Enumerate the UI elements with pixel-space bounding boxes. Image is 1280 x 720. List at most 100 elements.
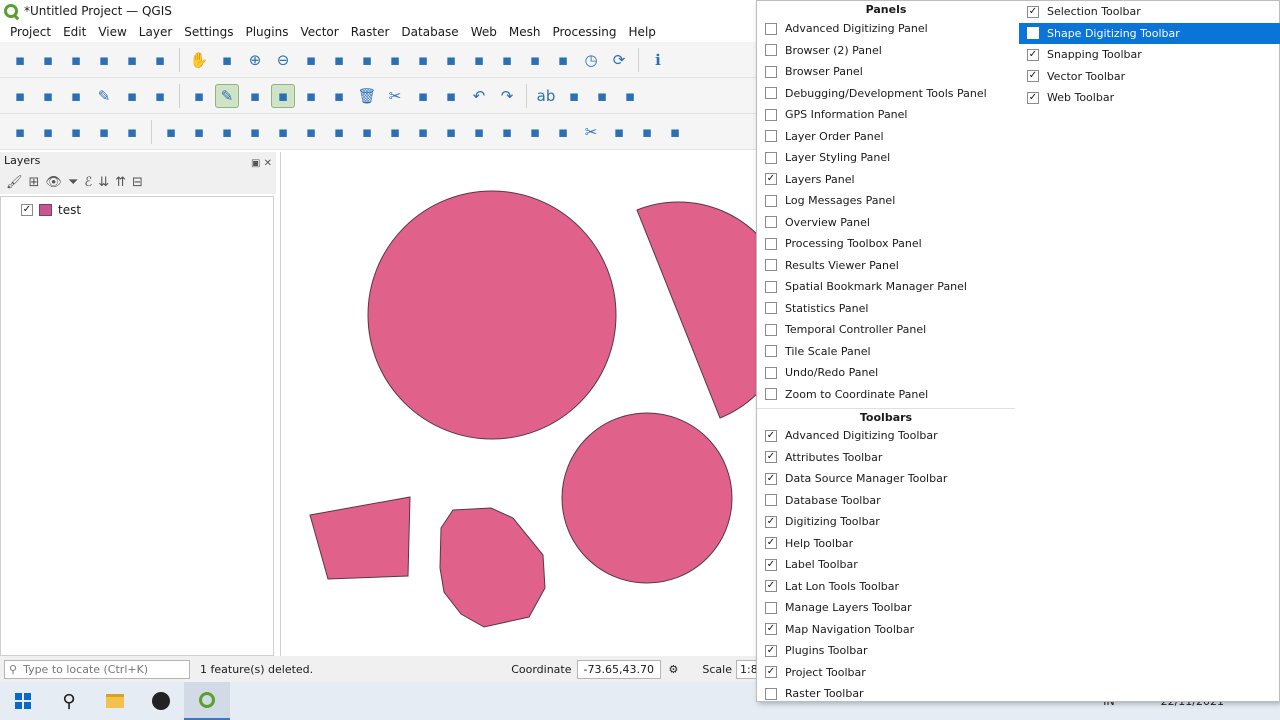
menu-item-browser-2-panel[interactable]: Browser (2) Panel <box>757 40 1015 62</box>
collapse-all-icon[interactable]: ⇈ <box>115 175 126 190</box>
zoom-selection-icon[interactable]: ▪ <box>327 48 351 72</box>
search-icon[interactable]: ⚲ <box>46 682 92 720</box>
manage-map-themes-icon[interactable]: 👁 <box>45 175 62 190</box>
rotate-point-icon[interactable]: ▪ <box>607 120 631 144</box>
file-explorer-icon[interactable] <box>92 682 138 720</box>
checkbox[interactable]: ✓ <box>1027 70 1039 83</box>
modify-attributes-icon[interactable]: ▪ <box>327 84 351 108</box>
measure-icon[interactable]: ▪ <box>159 120 183 144</box>
menu-item-help-toolbar[interactable]: ✓ Help Toolbar <box>757 533 1015 555</box>
checkbox[interactable]: ✓ <box>1027 5 1039 18</box>
print-layout-icon[interactable]: ▪ <box>120 48 144 72</box>
checkbox[interactable] <box>765 65 777 78</box>
delete-selected-icon[interactable]: 🗑 <box>355 84 379 108</box>
menu-item-project-toolbar[interactable]: ✓ Project Toolbar <box>757 662 1015 684</box>
checkbox[interactable] <box>765 280 777 293</box>
checkbox[interactable]: ✓ <box>765 515 777 528</box>
new-bookmark-icon[interactable]: ▪ <box>523 48 547 72</box>
delete-ring-icon[interactable]: ▪ <box>327 120 351 144</box>
scale-field[interactable]: 1:8 <box>736 659 758 679</box>
new-project-icon[interactable]: ▪ <box>8 48 32 72</box>
checkbox[interactable] <box>765 44 777 57</box>
menu-item-digitizing-toolbar[interactable]: ✓ Digitizing Toolbar <box>757 511 1015 533</box>
checkbox[interactable]: ✓ <box>1027 48 1039 61</box>
feature-circle-medium[interactable] <box>561 412 733 584</box>
menu-item-data-source-manager-toolbar[interactable]: ✓ Data Source Manager Toolbar <box>757 468 1015 490</box>
extents-toggle-icon[interactable]: ⚙ <box>669 663 679 676</box>
fill-ring-icon[interactable]: ▪ <box>299 120 323 144</box>
style-manager-icon[interactable]: ▪ <box>148 48 172 72</box>
zoom-out-icon[interactable]: ⊖ <box>271 48 295 72</box>
temporal-controller-icon[interactable]: ◷ <box>579 48 603 72</box>
trim-extend-icon[interactable]: ▪ <box>635 120 659 144</box>
layer-visibility-checkbox[interactable]: ✓ <box>21 204 33 216</box>
menu-item-browser-panel[interactable]: Browser Panel <box>757 61 1015 83</box>
menu-item-tile-scale-panel[interactable]: Tile Scale Panel <box>757 341 1015 363</box>
menu-mesh[interactable]: Mesh <box>503 25 547 39</box>
menu-item-spatial-bookmark-manager-panel[interactable]: Spatial Bookmark Manager Panel <box>757 276 1015 298</box>
checkbox[interactable] <box>765 108 777 121</box>
menu-raster[interactable]: Raster <box>345 25 396 39</box>
expand-all-icon[interactable]: ⇊ <box>98 175 109 190</box>
redo-icon[interactable]: ↷ <box>495 84 519 108</box>
checkbox[interactable]: ✓ <box>765 644 777 657</box>
menu-project[interactable]: Project <box>4 25 57 39</box>
select-all-icon[interactable]: ▪ <box>120 120 144 144</box>
menu-plugins[interactable]: Plugins <box>239 25 294 39</box>
checkbox[interactable] <box>765 366 777 379</box>
checkbox[interactable] <box>765 494 777 507</box>
checkbox[interactable]: ✓ <box>765 666 777 679</box>
checkbox[interactable] <box>765 302 777 315</box>
offset-icon[interactable]: ▪ <box>271 120 295 144</box>
vertex-dropdown-icon[interactable]: ▪ <box>299 84 323 108</box>
menu-item-results-viewer-panel[interactable]: Results Viewer Panel <box>757 255 1015 277</box>
checkbox[interactable] <box>765 87 777 100</box>
menu-item-manage-layers-toolbar[interactable]: Manage Layers Toolbar <box>757 597 1015 619</box>
rotate-icon[interactable]: ▪ <box>383 120 407 144</box>
add-ring-icon[interactable]: ▪ <box>215 120 239 144</box>
open-project-icon[interactable]: ▪ <box>36 48 60 72</box>
checkbox[interactable] <box>765 22 777 35</box>
qgis-icon[interactable] <box>184 682 230 720</box>
windows-start-icon[interactable] <box>0 682 46 720</box>
remove-layer-icon[interactable]: ⊟ <box>132 175 143 190</box>
menu-database[interactable]: Database <box>395 25 464 39</box>
menu-item-selection-toolbar[interactable]: ✓ Selection Toolbar <box>1019 1 1280 23</box>
locator-input[interactable]: ⚲ Type to locate (Ctrl+K) <box>4 659 190 679</box>
vertex-tool-icon[interactable]: ▪ <box>64 84 88 108</box>
new-3d-view-icon[interactable]: ▪ <box>495 48 519 72</box>
simplify-icon[interactable]: ▪ <box>411 120 435 144</box>
ruler-icon[interactable]: ▪ <box>187 120 211 144</box>
menu-item-shape-digitizing-toolbar[interactable]: Shape Digitizing Toolbar <box>1019 22 1280 44</box>
menu-item-layer-order-panel[interactable]: Layer Order Panel <box>757 126 1015 148</box>
data-source-manager-icon[interactable]: ▪ <box>8 84 32 108</box>
current-edits-icon[interactable]: ▪ <box>187 84 211 108</box>
menu-item-snapping-toolbar[interactable]: ✓ Snapping Toolbar <box>1019 44 1280 66</box>
checkbox[interactable] <box>765 259 777 272</box>
menu-item-temporal-controller-panel[interactable]: Temporal Controller Panel <box>757 319 1015 341</box>
feature-quadrilateral[interactable] <box>309 496 411 580</box>
menu-item-layer-styling-panel[interactable]: Layer Styling Panel <box>757 147 1015 169</box>
toggle-editing-icon[interactable]: ✎ <box>215 83 239 108</box>
feature-polygon[interactable] <box>439 507 546 628</box>
menu-web[interactable]: Web <box>465 25 503 39</box>
checkbox[interactable] <box>765 323 777 336</box>
feature-circle-large[interactable] <box>367 190 617 440</box>
refresh-icon[interactable]: ⟳ <box>607 48 631 72</box>
menu-item-statistics-panel[interactable]: Statistics Panel <box>757 298 1015 320</box>
new-geopackage-icon[interactable]: ▪ <box>36 84 60 108</box>
checkbox[interactable] <box>765 194 777 207</box>
menu-item-debugging-development-tools-panel[interactable]: Debugging/Development Tools Panel <box>757 83 1015 105</box>
checkbox[interactable]: ✓ <box>765 537 777 550</box>
zoom-in-icon[interactable]: ⊕ <box>243 48 267 72</box>
filter-expression-icon[interactable]: ℰ <box>84 175 92 190</box>
zoom-native-icon[interactable]: ▪ <box>383 48 407 72</box>
menu-item-web-toolbar[interactable]: ✓ Web Toolbar <box>1019 87 1280 109</box>
zoom-next-icon[interactable]: ▪ <box>439 48 463 72</box>
select-dropdown-icon[interactable]: ▪ <box>36 120 60 144</box>
zoom-last-icon[interactable]: ▪ <box>411 48 435 72</box>
checkbox[interactable] <box>765 388 777 401</box>
menu-item-label-toolbar[interactable]: ✓ Label Toolbar <box>757 554 1015 576</box>
save-as-icon[interactable]: ▪ <box>92 48 116 72</box>
zoom-full-icon[interactable]: ▪ <box>299 48 323 72</box>
